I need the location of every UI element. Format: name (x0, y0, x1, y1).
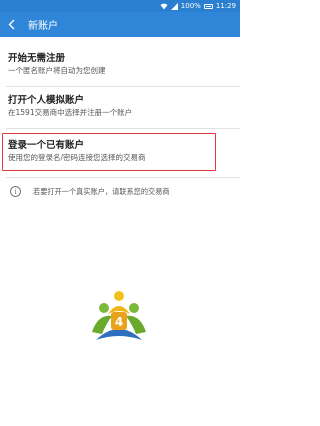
metatrader-4-logo: 4 (88, 288, 150, 350)
divider (6, 128, 240, 129)
option-subtitle: 一个匿名账户将自动为您创建 (8, 66, 106, 75)
status-bar: 100% 11:29 (0, 0, 240, 12)
logo-badge: 4 (115, 315, 123, 329)
option-subtitle: 在1591交易商中选择并注册一个账户 (8, 108, 133, 117)
divider (6, 86, 240, 87)
battery-icon (203, 3, 213, 9)
divider (6, 177, 240, 178)
real-account-note: i 若要打开一个真实账户，请联系您的交易商 (10, 186, 170, 197)
page-title: 新账户 (28, 21, 58, 32)
wifi-icon (160, 3, 168, 10)
signal-icon (170, 2, 178, 10)
status-time: 11:29 (215, 2, 236, 10)
option-open-demo-account[interactable]: 打开个人模拟账户 在1591交易商中选择并注册一个账户 (0, 95, 240, 118)
app-bar: 新账户 (0, 12, 240, 37)
note-text: 若要打开一个真实账户，请联系您的交易商 (33, 186, 170, 196)
option-title: 打开个人模拟账户 (8, 95, 85, 106)
info-icon: i (10, 186, 21, 197)
option-login-existing-account[interactable]: 登录一个已有账户 使用您的登录名/密码连接您选择的交易商 (0, 140, 240, 163)
option-title: 开始无需注册 (8, 53, 66, 64)
back-button[interactable] (0, 12, 22, 37)
option-start-without-registration[interactable]: 开始无需注册 一个匿名账户将自动为您创建 (0, 53, 240, 76)
chevron-left-icon (8, 19, 14, 30)
option-title: 登录一个已有账户 (8, 140, 85, 151)
battery-percent: 100% (180, 2, 201, 10)
option-subtitle: 使用您的登录名/密码连接您选择的交易商 (8, 153, 146, 162)
